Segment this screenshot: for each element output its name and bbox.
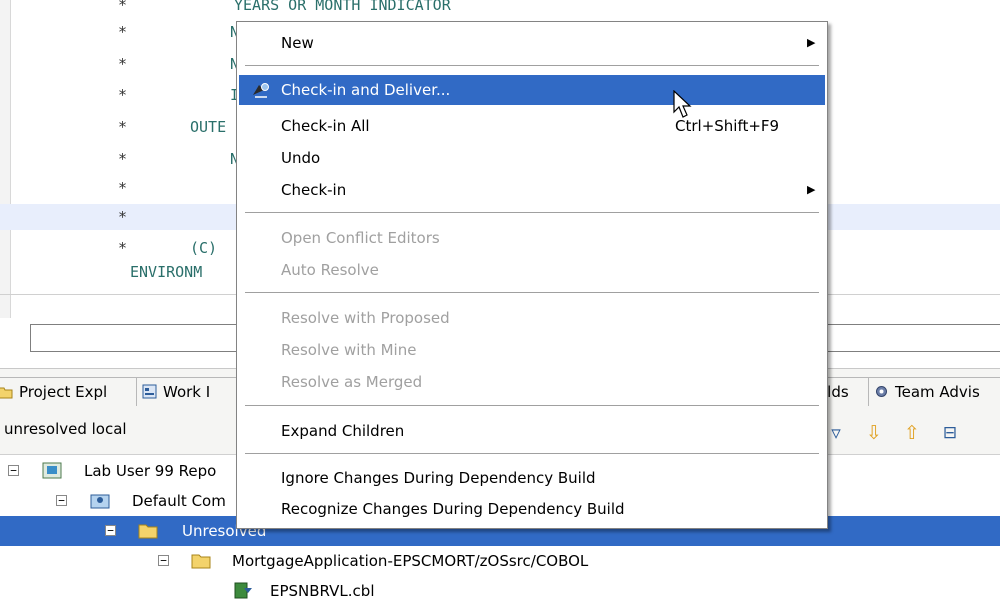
menu-separator [245,292,819,294]
folder-icon [0,387,13,399]
menu-item-label: Resolve with Mine [281,341,417,359]
tree-row-label: MortgageApplication-EPSCMORT/zOSsrc/COBO… [232,552,589,570]
menu-item-label: Expand Children [281,422,405,440]
menu-separator [245,65,819,67]
collapse-toggle-icon[interactable]: − [8,465,19,476]
menu-separator [245,212,819,214]
tab-work-items-label: Work I [163,383,211,401]
tab-team-advisor[interactable]: Team Advis [868,377,1000,406]
cobol-file-icon [234,582,252,599]
submenu-arrow-icon: ▶ [807,183,816,196]
menu-item-label: Check-in [281,181,347,199]
comment-marker: * [118,150,128,168]
menu-item-resolve-merged[interactable]: Resolve as Merged [239,367,825,397]
menu-item-check-in-deliver[interactable]: Check-in and Deliver... [239,75,825,105]
repository-icon [42,462,62,479]
menu-item-open-conflict-editors[interactable]: Open Conflict Editors [239,223,825,253]
context-menu: New ▶ Check-in and Deliver... Check-in A… [236,21,828,529]
code-text: YEARS OR MONTH INDICATOR [234,0,451,14]
filter-dropdown-icon[interactable]: ▿ [826,422,846,444]
comment-marker: * [118,118,128,136]
arrow-down-icon[interactable]: ⇩ [864,422,884,444]
menu-item-new[interactable]: New ▶ [239,28,825,58]
tree-row-folder[interactable]: − MortgageApplication-EPSCMORT/zOSsrc/CO… [0,546,1000,576]
menu-item-label: Ignore Changes During Dependency Build [281,469,596,487]
menu-item-recognize-changes[interactable]: Recognize Changes During Dependency Buil… [239,494,825,524]
tree-row-label: Default Com [132,492,226,510]
menu-item-label: Resolve as Merged [281,373,423,391]
comment-marker: * [118,239,128,257]
menu-item-label: Resolve with Proposed [281,309,450,327]
menu-item-label: Auto Resolve [281,261,379,279]
collapse-toggle-icon[interactable]: − [56,495,67,506]
mouse-cursor-icon [673,90,692,118]
menu-item-check-in[interactable]: Check-in ▶ [239,175,825,205]
menu-item-check-in-all[interactable]: Check-in All Ctrl+Shift+F9 [239,111,825,141]
component-icon [90,494,110,509]
tree-row-label: Lab User 99 Repo [84,462,217,480]
menu-item-label: Check-in and Deliver... [281,81,451,99]
comment-marker: * [118,55,128,73]
code-text: ENVIRONM [130,263,203,281]
submenu-arrow-icon: ▶ [807,36,816,49]
menu-item-label: Undo [281,149,321,167]
menu-item-expand-children[interactable]: Expand Children [239,416,825,446]
menu-item-resolve-mine[interactable]: Resolve with Mine [239,335,825,365]
menu-item-label: Recognize Changes During Dependency Buil… [281,500,625,518]
menu-item-resolve-proposed[interactable]: Resolve with Proposed [239,303,825,333]
collapse-toggle-icon[interactable]: − [158,555,169,566]
work-items-icon [142,384,157,399]
menu-item-label: New [281,34,314,52]
tree-row-label: EPSNBRVL.cbl [270,582,375,600]
comment-marker: * [118,23,128,41]
comment-marker: * [118,179,128,197]
collapse-all-icon[interactable]: ⊟ [940,422,960,444]
comment-marker: * [118,0,128,14]
check-in-deliver-icon [253,83,269,98]
tree-row-file[interactable]: EPSNBRVL.cbl [0,576,1000,606]
tab-project-explorer-label: Project Expl [19,383,108,401]
view-title: unresolved local [4,420,127,438]
menu-item-undo[interactable]: Undo [239,143,825,173]
menu-separator [245,405,819,407]
arrow-up-icon[interactable]: ⇧ [902,422,922,444]
menu-separator [245,453,819,455]
code-text: (C) [190,239,218,257]
collapse-toggle-icon[interactable]: − [105,525,116,536]
menu-item-auto-resolve[interactable]: Auto Resolve [239,255,825,285]
gear-icon [876,386,887,397]
code-text: OUTE [190,118,227,136]
folder-icon [138,524,158,539]
comment-marker: * [118,208,128,226]
menu-item-label: Check-in All [281,117,370,135]
menu-item-label: Open Conflict Editors [281,229,440,247]
code-line: * YEARS OR MONTH INDICATOR [0,0,1000,18]
folder-icon [191,554,211,569]
comment-marker: * [118,86,128,104]
menu-item-ignore-changes[interactable]: Ignore Changes During Dependency Build [239,463,825,493]
tab-team-advisor-label: Team Advis [895,383,980,401]
